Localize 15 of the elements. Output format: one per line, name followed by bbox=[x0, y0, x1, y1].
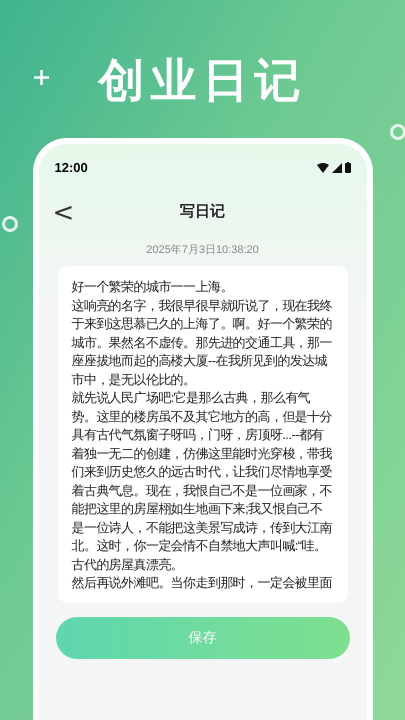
ring-icon bbox=[390, 124, 405, 140]
timestamp: 2025年7月3日10:38:20 bbox=[146, 242, 259, 258]
signal-icon bbox=[332, 162, 342, 173]
diary-paragraph: 然后再说外滩吧。当你走到那时，一定会被里面 bbox=[72, 574, 333, 592]
diary-paragraph: 这响亮的名字，我很早很早就听说了，现在我终于来到这思慕已久的上海了。啊。好一个繁荣的城市。果然名不虚传。那先进的交通工具，那一座座拔地而起的高楼大厦--在我所见到的发达城市中，是无以伦比的。 bbox=[72, 296, 333, 388]
plus-icon bbox=[34, 70, 49, 85]
ring-icon bbox=[2, 216, 18, 232]
battery-icon bbox=[344, 162, 350, 174]
page-title: 写日记 bbox=[180, 202, 225, 222]
headline: 创业日记 bbox=[98, 53, 306, 108]
diary-paragraph: 就先说人民广场吧:它是那么古典，那么有气势。这里的楼房虽不及其它地方的高，但是十分具有古代气氛窗子呀吗，门呀，房顶呀...--都有着独一无二的创建，仿佛这里能时光穿梭，带我们来到历史悠久的远古时代，让我们尽情地享受着古典气息。现在，我恨自己不是一位画家，不能把这里的房屋栩如生地画下来;我又恨自己不是一位诗人，不能把这美景写成诗，传到大江南北。这时，你一定会情不自禁地大声叫喊:“哇。古代的房屋真漂亮。 bbox=[72, 389, 333, 574]
wifi-icon bbox=[316, 162, 328, 173]
status-time: 12:00 bbox=[54, 159, 88, 177]
back-button[interactable]: < bbox=[52, 200, 74, 226]
diary-paragraph: 好一个繁荣的城市一一上海。 bbox=[72, 278, 234, 296]
